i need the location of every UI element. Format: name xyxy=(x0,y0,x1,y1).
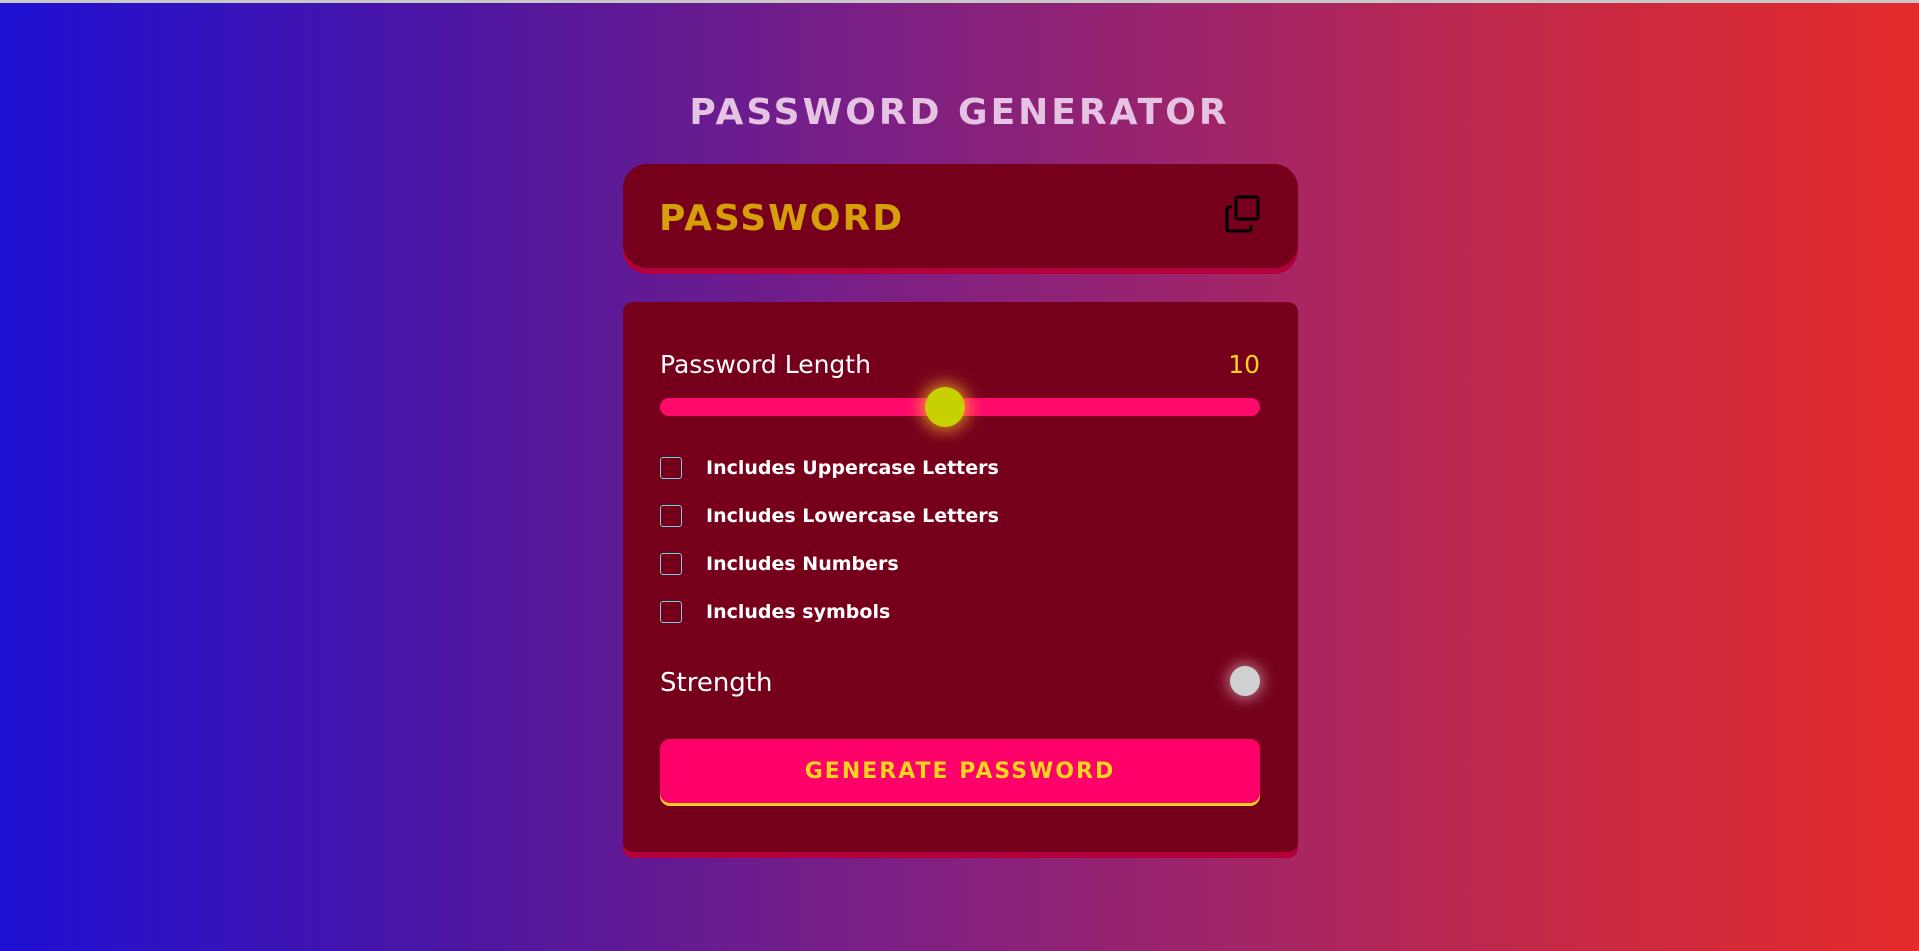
copy-button[interactable] xyxy=(1224,194,1264,234)
password-length-value: 10 xyxy=(1228,350,1260,379)
lowercase-checkbox[interactable] xyxy=(660,505,682,527)
option-uppercase[interactable]: Includes Uppercase Letters xyxy=(660,457,999,479)
copy-icon xyxy=(1225,195,1260,233)
option-label: Includes Numbers xyxy=(706,553,899,575)
option-label: Includes Uppercase Letters xyxy=(706,457,999,479)
password-text: PASSWORD xyxy=(659,198,905,239)
password-length-label: Password Length xyxy=(660,350,871,379)
generate-password-button[interactable]: GENERATE PASSWORD xyxy=(660,739,1260,803)
strength-indicator xyxy=(1230,666,1260,696)
length-slider[interactable] xyxy=(660,387,1260,427)
window-top-border xyxy=(0,0,1919,3)
option-lowercase[interactable]: Includes Lowercase Letters xyxy=(660,505,999,527)
uppercase-checkbox[interactable] xyxy=(660,457,682,479)
option-numbers[interactable]: Includes Numbers xyxy=(660,553,899,575)
option-label: Includes symbols xyxy=(706,601,891,623)
length-slider-thumb[interactable] xyxy=(925,387,965,427)
symbols-checkbox[interactable] xyxy=(660,601,682,623)
page-title: PASSWORD GENERATOR xyxy=(689,92,1230,133)
option-symbols[interactable]: Includes symbols xyxy=(660,601,890,623)
password-display: PASSWORD xyxy=(623,164,1298,268)
settings-panel: Password Length 10 Includes Uppercase Le… xyxy=(623,302,1298,852)
numbers-checkbox[interactable] xyxy=(660,553,682,575)
strength-label: Strength xyxy=(660,668,773,698)
option-label: Includes Lowercase Letters xyxy=(706,505,999,527)
